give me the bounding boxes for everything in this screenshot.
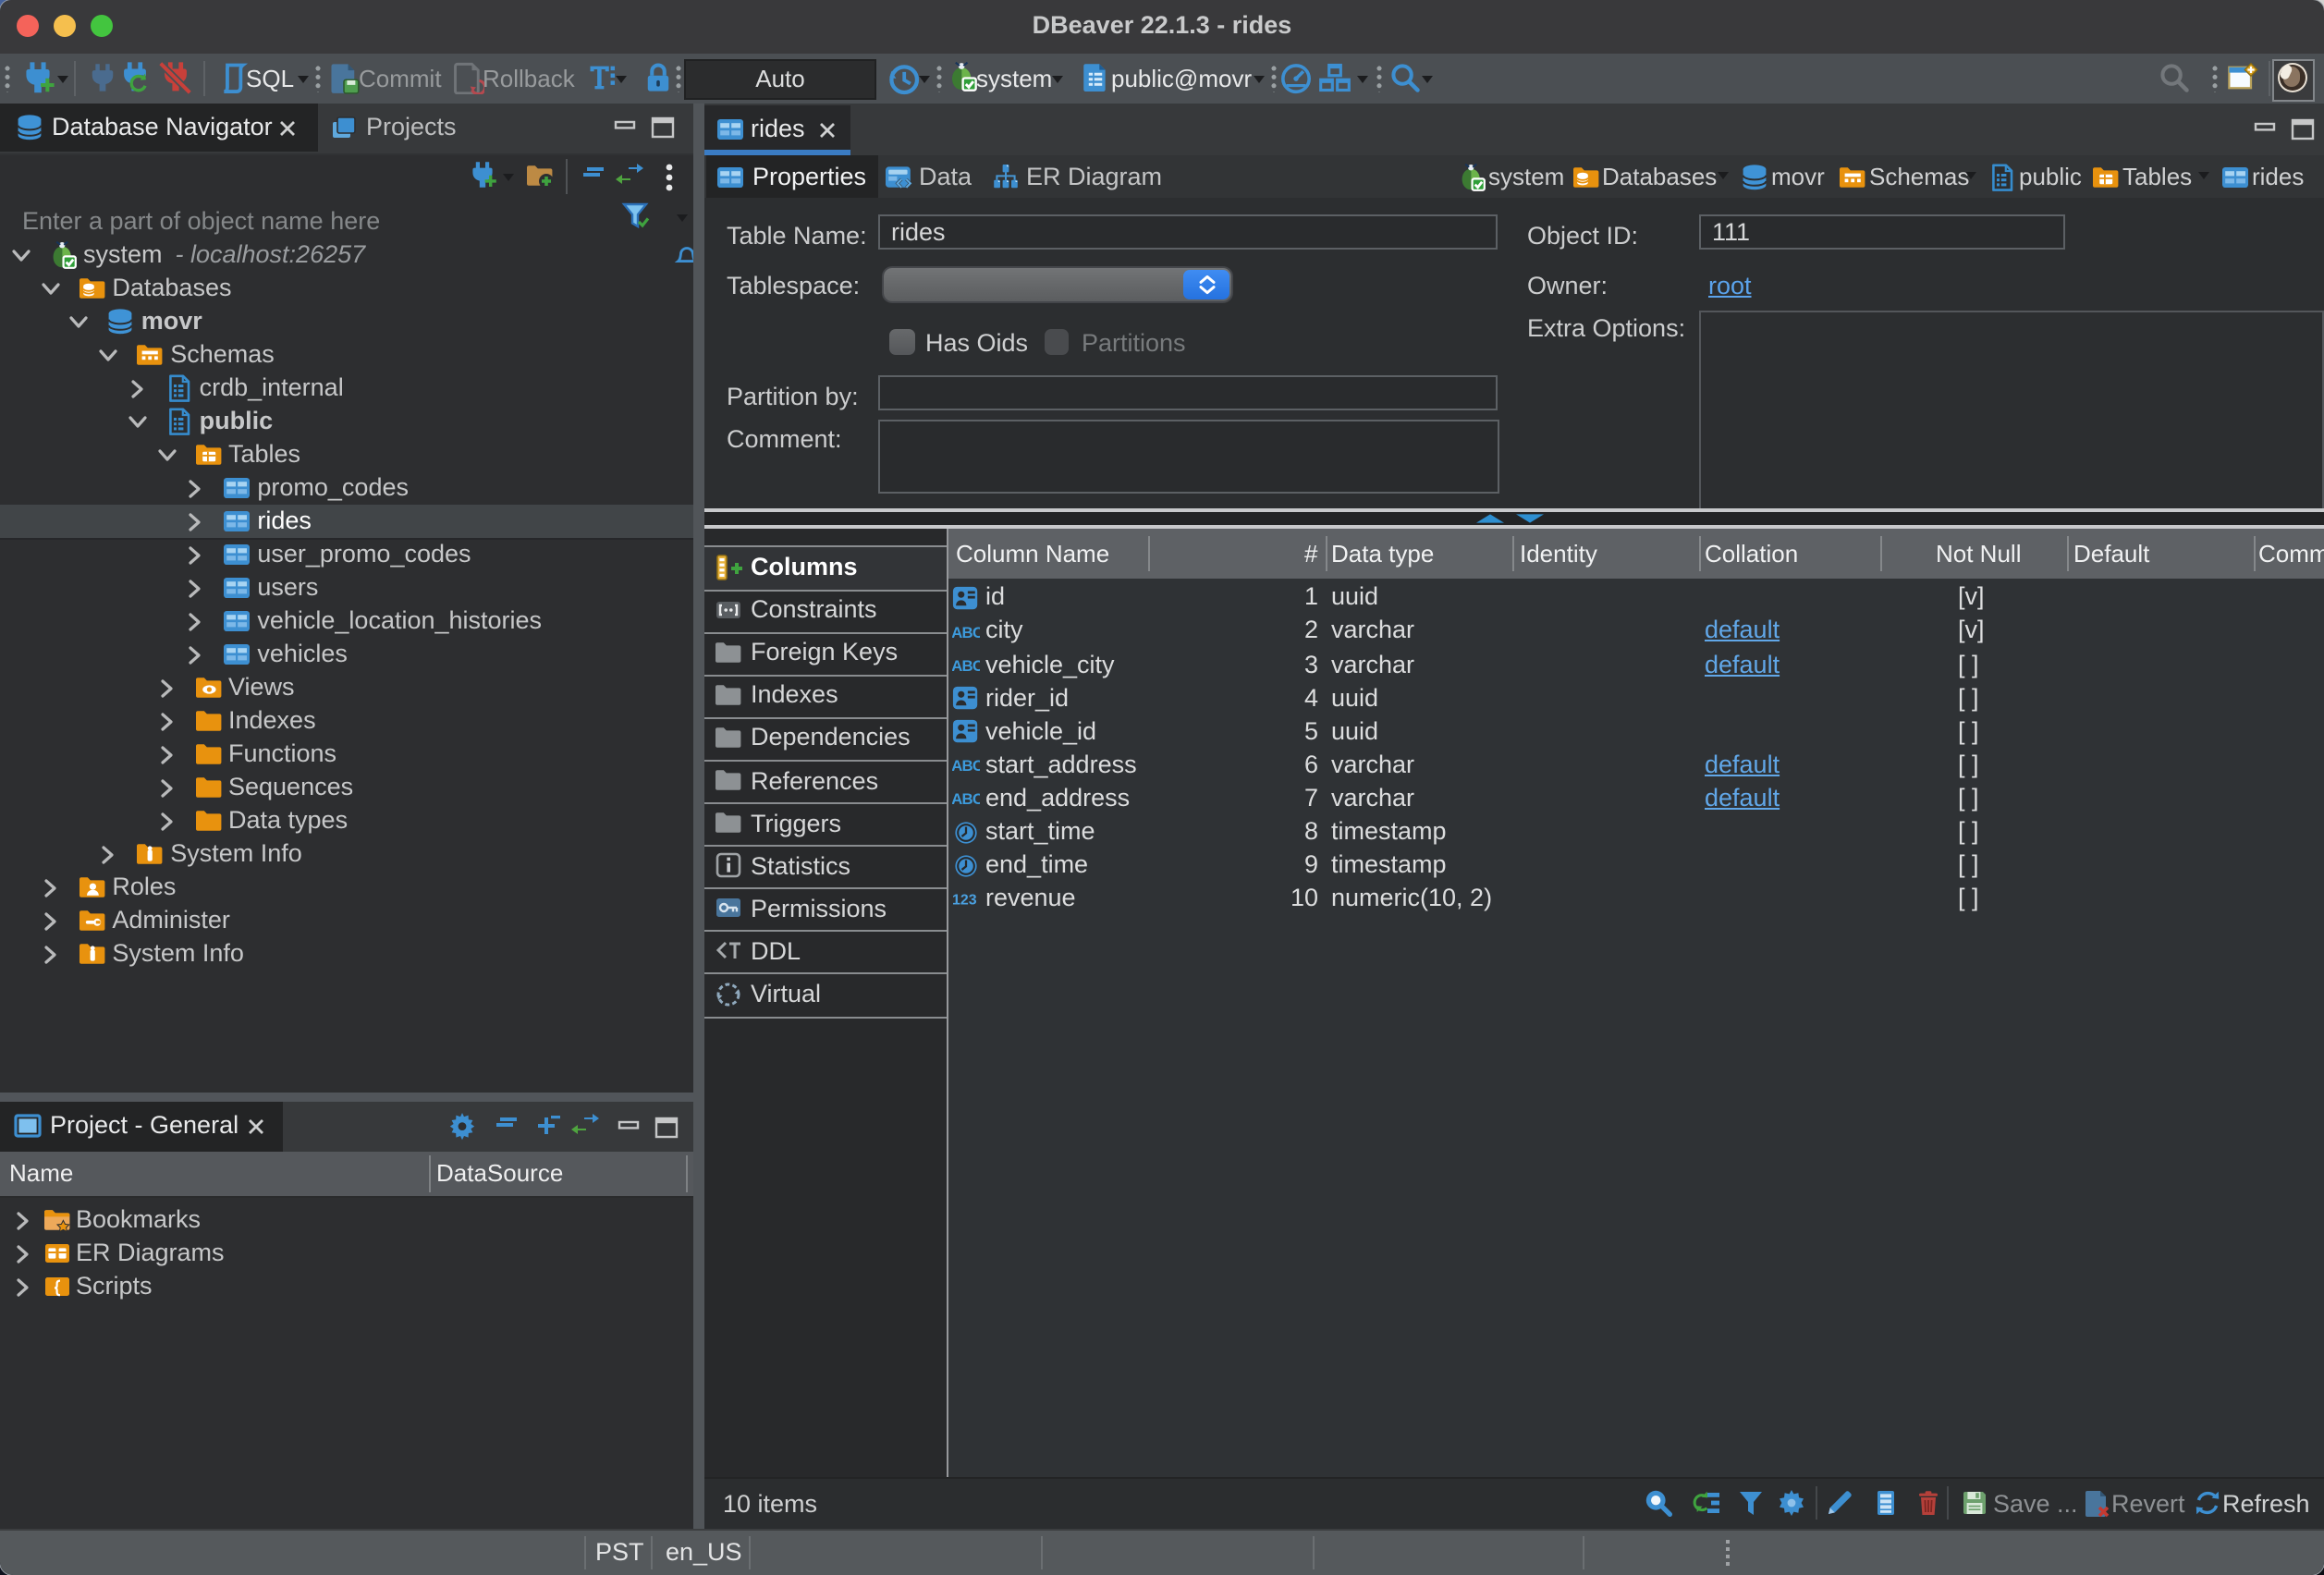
- svg-text:123: 123: [952, 892, 977, 908]
- svg-text:ABC: ABC: [952, 657, 980, 675]
- svg-text:ABC: ABC: [952, 624, 980, 641]
- svg-text:ABC: ABC: [952, 791, 980, 809]
- svg-text:ABC: ABC: [952, 758, 980, 775]
